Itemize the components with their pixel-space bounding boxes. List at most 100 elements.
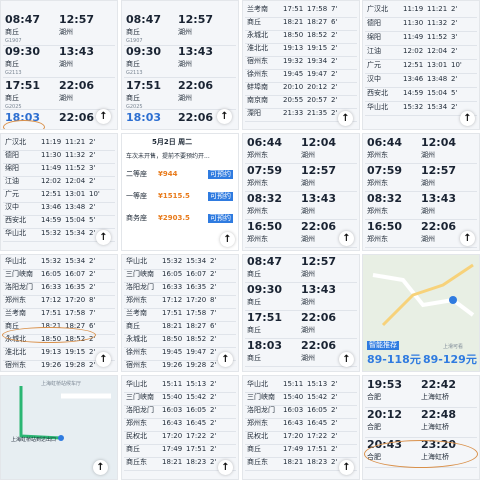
departure-time: 17:58	[186, 309, 207, 317]
from-station: 郑州东	[247, 151, 268, 159]
arrival-time: 12:04	[421, 136, 457, 149]
train-row[interactable]: 09:30 13:43 商丘 湖州 G2113	[122, 45, 238, 76]
scroll-top-icon[interactable]: ↑	[96, 230, 111, 245]
arrival-time: 17:20	[283, 432, 304, 440]
scroll-top-icon[interactable]: ↑	[220, 232, 235, 247]
train-row[interactable]: 06:44 12:04 郑州东 湖州	[363, 136, 479, 159]
station-name: 民权北	[126, 432, 147, 440]
station-name: 商丘	[126, 322, 140, 330]
highlight-circle	[3, 120, 45, 129]
train-row[interactable]: 17:51 22:06 商丘 湖州	[243, 312, 359, 334]
train-row[interactable]: 06:44 12:04 郑州东 湖州	[243, 137, 359, 159]
to-station: 湖州	[301, 207, 315, 215]
to-station: 上海虹桥	[421, 393, 449, 401]
arrival-time: 17:49	[162, 445, 183, 453]
station-name: 洛阳龙门	[247, 406, 275, 414]
train-row[interactable]: 08:32 13:43 郑州东 湖州	[363, 193, 479, 215]
scroll-top-icon[interactable]: ↑	[339, 352, 354, 367]
scroll-top-icon[interactable]: ↑	[217, 109, 232, 124]
train-row[interactable]: 08:47 12:57 商丘 湖州 G1907	[122, 14, 238, 44]
train-row[interactable]: 07:59 12:57 郑州东 湖州	[363, 164, 479, 187]
station-name: 江油	[367, 47, 381, 55]
stop-duration: 2'	[451, 5, 458, 13]
station-name: 三门峡南	[247, 393, 275, 401]
train-row[interactable]: 09:30 13:43 商丘 湖州	[243, 284, 359, 306]
stop-list-tile-15: 华山北 15:11 15:13 2' 三门峡南 15:40 15:42 2' 洛阳龙门 16:03…	[242, 375, 360, 480]
scroll-top-icon[interactable]: ↑	[96, 109, 111, 124]
seat-row[interactable]: 一等座 ¥1515.5 可预约	[122, 192, 238, 206]
departure-time: 11:52	[427, 33, 448, 41]
scroll-top-icon[interactable]: ↑	[96, 352, 111, 367]
scroll-top-icon[interactable]: ↑	[460, 111, 475, 126]
station-name: 商丘	[247, 18, 261, 26]
map-tile-13: 上海虹桥站候车厅 上海虹桥站到达出口 ↑	[0, 375, 118, 480]
station-name: 商丘东	[126, 458, 147, 466]
train-row[interactable]: 08:32 13:43 郑州东 湖州	[243, 193, 359, 215]
stop-duration: 8'	[210, 296, 217, 304]
departure-time: 09:30	[5, 45, 41, 58]
station-name: 三门峡南	[126, 393, 154, 401]
scroll-top-icon[interactable]: ↑	[218, 460, 233, 475]
reserve-button[interactable]: 可预约	[208, 170, 233, 179]
departure-time: 17:20	[186, 296, 207, 304]
scroll-top-icon[interactable]: ↑	[218, 352, 233, 367]
arrival-time: 17:51	[162, 309, 183, 317]
train-row[interactable]: 08:47 12:57 商丘 湖州	[243, 256, 359, 278]
seat-row[interactable]: 二等座 ¥944 可预约	[122, 170, 238, 184]
stop-duration: 2'	[331, 419, 338, 427]
stop-duration: 2'	[210, 406, 217, 414]
scroll-top-icon[interactable]: ↑	[93, 460, 108, 475]
departure-time: 15:34	[65, 229, 86, 237]
arrival-time: 15:32	[41, 229, 62, 237]
arrival-time: 22:06	[421, 220, 457, 233]
train-row[interactable]: 20:12 22:48 合肥 上海虹桥	[363, 409, 479, 431]
scroll-top-icon[interactable]: ↑	[460, 231, 475, 246]
arrival-time: 18:21	[283, 18, 304, 26]
station-name: 淮北北	[5, 348, 26, 356]
date-label: 5月2日 周二	[152, 138, 193, 146]
arrival-time: 19:26	[162, 361, 183, 369]
arrival-time: 17:20	[162, 432, 183, 440]
to-station: 湖州	[59, 60, 73, 68]
departure-time: 13:48	[427, 75, 448, 83]
map-canvas[interactable]	[363, 255, 480, 335]
scroll-top-icon[interactable]: ↑	[339, 231, 354, 246]
train-row[interactable]: 17:51 22:06 商丘 湖州 G2025	[1, 80, 117, 110]
stop-duration: 2'	[331, 57, 338, 65]
departure-time: 15:13	[307, 380, 328, 388]
divider	[365, 101, 477, 102]
scroll-top-icon[interactable]: ↑	[338, 111, 353, 126]
departure-time: 16:50	[367, 220, 403, 233]
to-station: 湖州	[421, 235, 435, 243]
smart-recommend-tag[interactable]: 智能推荐	[367, 341, 399, 350]
arrival-time: 19:32	[283, 57, 304, 65]
departure-time: 21:35	[307, 109, 328, 117]
stop-duration: 2'	[331, 70, 338, 78]
reserve-button[interactable]: 可预约	[208, 192, 233, 201]
map-tile-12: 智能推荐 89-118元 89-129元 上滑可看	[362, 254, 480, 372]
arrival-time: 18:50	[162, 335, 183, 343]
seat-row[interactable]: 商务座 ¥2903.5 可预约	[122, 214, 238, 228]
divider	[365, 247, 477, 248]
station-name: 民权北	[247, 432, 268, 440]
stop-duration: 2'	[331, 432, 338, 440]
train-row[interactable]: 08:47 12:57 商丘 湖州 G1907	[1, 14, 117, 44]
station-name: 永城北	[126, 335, 147, 343]
scroll-top-icon[interactable]: ↑	[339, 460, 354, 475]
departure-time: 09:30	[126, 45, 162, 58]
departure-time: 07:59	[367, 164, 403, 177]
stop-duration: 2'	[331, 406, 338, 414]
stop-duration: 10'	[89, 190, 100, 198]
train-row[interactable]: 19:53 22:42 合肥 上海虹桥	[363, 379, 479, 401]
departure-time: 17:51	[126, 79, 162, 92]
station-name: 徐州东	[247, 70, 268, 78]
reserve-button[interactable]: 可预约	[208, 214, 233, 223]
train-row[interactable]: 17:51 22:06 商丘 湖州 G2025	[122, 79, 238, 110]
train-row[interactable]: 09:30 13:43 商丘 湖州 G2113	[1, 45, 117, 76]
from-station: 商丘	[126, 60, 140, 68]
train-row[interactable]: 07:59 12:57 郑州东 湖州	[243, 165, 359, 187]
stop-duration: 2'	[331, 380, 338, 388]
stop-duration: 2'	[210, 257, 217, 265]
banner-text: 车次未开售，提前不要预约开...	[126, 153, 210, 160]
to-station: 湖州	[59, 94, 73, 102]
